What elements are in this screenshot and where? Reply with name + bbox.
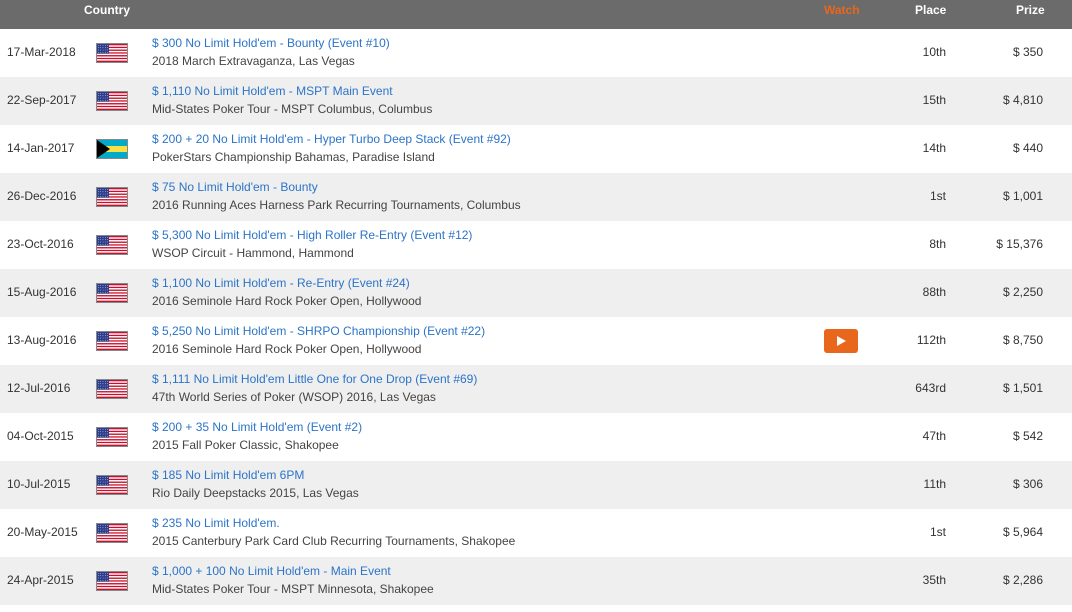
- result-date: 10-Jul-2015: [7, 477, 71, 491]
- event-link[interactable]: $ 1,000 + 100 No Limit Hold'em - Main Ev…: [152, 564, 391, 578]
- result-date: 14-Jan-2017: [7, 141, 75, 155]
- finish-place: 14th: [922, 141, 946, 155]
- us-flag-icon: [96, 283, 128, 303]
- results-table-body: 17-Mar-2018 $ 300 No Limit Hold'em - Boun…: [0, 29, 1072, 605]
- us-flag-icon: [96, 379, 128, 399]
- series-location: 2016 Seminole Hard Rock Poker Open, Holl…: [152, 294, 422, 308]
- finish-place: 11th: [923, 477, 946, 491]
- us-flag-icon: [96, 571, 128, 591]
- table-row: 24-Apr-2015 $ 1,000 + 100 No Limit Hold'e…: [0, 557, 1072, 605]
- table-row: 12-Jul-2016 $ 1,111 No Limit Hold'em Litt…: [0, 365, 1072, 413]
- event-link[interactable]: $ 1,100 No Limit Hold'em - Re-Entry (Eve…: [152, 276, 410, 290]
- column-header-country: Country: [84, 3, 130, 17]
- prize-amount: $ 15,376: [996, 237, 1043, 251]
- table-row: 14-Jan-2017 $ 200 + 20 No Limit Hold'em -…: [0, 125, 1072, 173]
- series-location: Rio Daily Deepstacks 2015, Las Vegas: [152, 486, 359, 500]
- finish-place: 15th: [922, 93, 946, 107]
- table-row: 17-Mar-2018 $ 300 No Limit Hold'em - Boun…: [0, 29, 1072, 77]
- prize-amount: $ 8,750: [1002, 333, 1043, 347]
- us-flag-icon: [96, 331, 128, 351]
- watch-video-button[interactable]: [824, 329, 858, 353]
- result-date: 23-Oct-2016: [7, 237, 74, 251]
- prize-amount: $ 2,286: [1002, 573, 1043, 587]
- series-location: Mid-States Poker Tour - MSPT Columbus, C…: [152, 102, 433, 116]
- series-location: PokerStars Championship Bahamas, Paradis…: [152, 150, 435, 164]
- finish-place: 643rd: [915, 381, 946, 395]
- finish-place: 8th: [929, 237, 946, 251]
- event-link[interactable]: $ 235 No Limit Hold'em.: [152, 516, 280, 530]
- us-flag-icon: [96, 523, 128, 543]
- us-flag-icon: [96, 235, 128, 255]
- series-location: 2016 Running Aces Harness Park Recurring…: [152, 198, 521, 212]
- series-location: Mid-States Poker Tour - MSPT Minnesota, …: [152, 582, 434, 596]
- event-link[interactable]: $ 1,110 No Limit Hold'em - MSPT Main Eve…: [152, 84, 393, 98]
- finish-place: 88th: [922, 285, 946, 299]
- series-location: WSOP Circuit - Hammond, Hammond: [152, 246, 354, 260]
- prize-amount: $ 5,964: [1002, 525, 1043, 539]
- finish-place: 112th: [916, 333, 946, 347]
- series-location: 2016 Seminole Hard Rock Poker Open, Holl…: [152, 342, 422, 356]
- results-table-header: Country Watch Place Prize: [0, 0, 1072, 29]
- finish-place: 47th: [922, 429, 946, 443]
- event-link[interactable]: $ 1,111 No Limit Hold'em Little One for …: [152, 372, 477, 386]
- us-flag-icon: [96, 187, 128, 207]
- result-date: 13-Aug-2016: [7, 333, 77, 347]
- result-date: 26-Dec-2016: [7, 189, 77, 203]
- prize-amount: $ 350: [1012, 45, 1043, 59]
- column-header-prize: Prize: [1016, 3, 1045, 17]
- column-header-watch: Watch: [824, 3, 860, 17]
- result-date: 12-Jul-2016: [7, 381, 71, 395]
- event-link[interactable]: $ 300 No Limit Hold'em - Bounty (Event #…: [152, 36, 390, 50]
- event-link[interactable]: $ 5,250 No Limit Hold'em - SHRPO Champio…: [152, 324, 485, 338]
- result-date: 20-May-2015: [7, 525, 78, 539]
- finish-place: 35th: [922, 573, 946, 587]
- result-date: 04-Oct-2015: [7, 429, 74, 443]
- prize-amount: $ 306: [1012, 477, 1043, 491]
- result-date: 15-Aug-2016: [7, 285, 77, 299]
- event-link[interactable]: $ 75 No Limit Hold'em - Bounty: [152, 180, 318, 194]
- event-link[interactable]: $ 200 + 35 No Limit Hold'em (Event #2): [152, 420, 362, 434]
- table-row: 10-Jul-2015 $ 185 No Limit Hold'em 6PM Rio…: [0, 461, 1072, 509]
- table-row: 15-Aug-2016 $ 1,100 No Limit Hold'em - Re…: [0, 269, 1072, 317]
- table-row: 04-Oct-2015 $ 200 + 35 No Limit Hold'em (…: [0, 413, 1072, 461]
- table-row: 22-Sep-2017 $ 1,110 No Limit Hold'em - MS…: [0, 77, 1072, 125]
- table-row: 20-May-2015 $ 235 No Limit Hold'em. 2015 C…: [0, 509, 1072, 557]
- result-date: 24-Apr-2015: [7, 573, 74, 587]
- us-flag-icon: [96, 427, 128, 447]
- table-row: 23-Oct-2016 $ 5,300 No Limit Hold'em - Hi…: [0, 221, 1072, 269]
- finish-place: 10th: [922, 45, 946, 59]
- prize-amount: $ 4,810: [1002, 93, 1043, 107]
- result-date: 22-Sep-2017: [7, 93, 77, 107]
- series-location: 2018 March Extravaganza, Las Vegas: [152, 54, 355, 68]
- finish-place: 1st: [929, 189, 946, 203]
- event-link[interactable]: $ 200 + 20 No Limit Hold'em - Hyper Turb…: [152, 132, 511, 146]
- bahamas-flag-icon: [96, 139, 128, 159]
- us-flag-icon: [96, 43, 128, 63]
- prize-amount: $ 440: [1012, 141, 1043, 155]
- column-header-place: Place: [915, 3, 947, 17]
- series-location: 47th World Series of Poker (WSOP) 2016, …: [152, 390, 436, 404]
- play-icon: [837, 336, 846, 346]
- prize-amount: $ 2,250: [1002, 285, 1043, 299]
- result-date: 17-Mar-2018: [7, 45, 76, 59]
- table-row: 26-Dec-2016 $ 75 No Limit Hold'em - Bount…: [0, 173, 1072, 221]
- prize-amount: $ 542: [1012, 429, 1043, 443]
- us-flag-icon: [96, 475, 128, 495]
- prize-amount: $ 1,501: [1002, 381, 1043, 395]
- prize-amount: $ 1,001: [1002, 189, 1043, 203]
- us-flag-icon: [96, 91, 128, 111]
- event-link[interactable]: $ 5,300 No Limit Hold'em - High Roller R…: [152, 228, 472, 242]
- finish-place: 1st: [929, 525, 946, 539]
- table-row: 13-Aug-2016 $ 5,250 No Limit Hold'em - SH…: [0, 317, 1072, 365]
- series-location: 2015 Canterbury Park Card Club Recurring…: [152, 534, 516, 548]
- event-link[interactable]: $ 185 No Limit Hold'em 6PM: [152, 468, 304, 482]
- series-location: 2015 Fall Poker Classic, Shakopee: [152, 438, 339, 452]
